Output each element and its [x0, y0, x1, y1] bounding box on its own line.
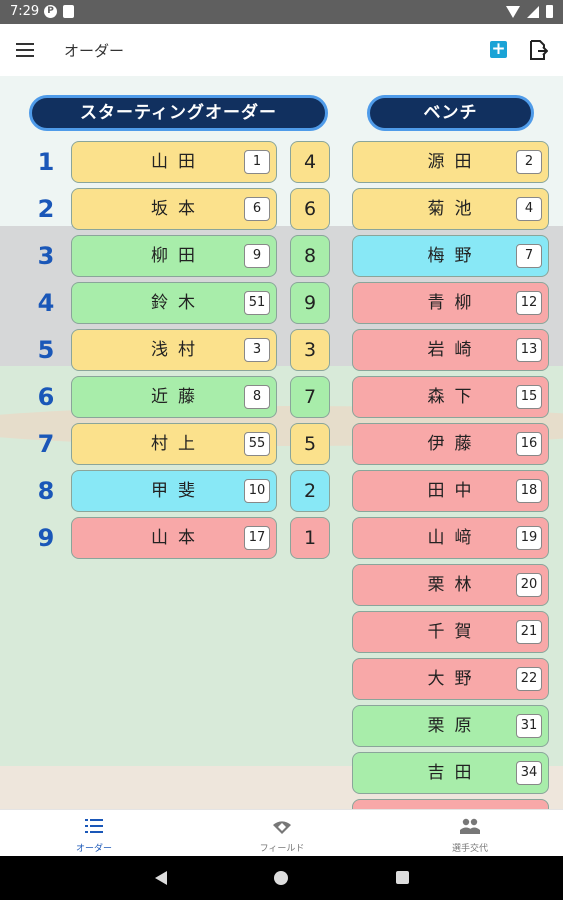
fielding-position[interactable]: 8	[290, 235, 330, 277]
uniform-number: 13	[516, 338, 542, 362]
fielding-position[interactable]: 9	[290, 282, 330, 324]
uniform-number: 12	[516, 291, 542, 315]
lineup-player-card[interactable]: 鈴木 51	[71, 282, 277, 324]
bench-player-card[interactable]: 青柳 12	[352, 282, 549, 324]
batting-order-number: 3	[37, 242, 55, 270]
batting-order-number: 7	[37, 430, 55, 458]
batting-order-number: 5	[37, 336, 55, 364]
system-navigation	[0, 856, 563, 900]
nav-field-label: フィールド	[259, 844, 305, 854]
bench-player-card[interactable]: 栗原 31	[352, 705, 549, 747]
bench-player-card[interactable]: 梅野 7	[352, 235, 549, 277]
nav-field[interactable]: フィールド	[188, 810, 376, 857]
uniform-number: 15	[516, 385, 542, 409]
order-screen: スターティングオーダー ベンチ 1 山田 1 4 2 坂本 6 6 3 柳田 9 8 4 鈴木 51 9 5 浅村…	[0, 76, 563, 809]
lineup-player-card[interactable]: 村上 55	[71, 423, 277, 465]
fielding-position[interactable]: 5	[290, 423, 330, 465]
home-icon[interactable]	[274, 871, 288, 885]
status-time: 7:29	[10, 4, 40, 19]
uniform-number: 55	[244, 432, 270, 456]
uniform-number: 4	[516, 197, 542, 221]
bench-player-card[interactable]: 大野 22	[352, 658, 549, 700]
fielding-position[interactable]: 3	[290, 329, 330, 371]
bench-header: ベンチ	[367, 95, 534, 131]
battery-icon	[546, 5, 553, 18]
uniform-number: 22	[516, 667, 542, 691]
uniform-number: 20	[516, 573, 542, 597]
export-icon[interactable]	[528, 39, 548, 61]
add-icon[interactable]: +	[490, 41, 507, 58]
fielding-position[interactable]: 7	[290, 376, 330, 418]
bench-player-card[interactable]: 岩崎 13	[352, 329, 549, 371]
sim-card-icon	[63, 5, 74, 18]
bench-player-card[interactable]: 千賀 21	[352, 611, 549, 653]
batting-order-number: 9	[37, 524, 55, 552]
fielding-position[interactable]: 4	[290, 141, 330, 183]
uniform-number: 8	[244, 385, 270, 409]
uniform-number: 1	[244, 150, 270, 174]
back-icon[interactable]	[155, 871, 167, 885]
recent-apps-icon[interactable]	[396, 871, 409, 884]
bench-player-card[interactable]: 吉田 34	[352, 752, 549, 794]
uniform-number: 16	[516, 432, 542, 456]
bench-player-card[interactable]: 田中 18	[352, 470, 549, 512]
batting-order-number: 8	[37, 477, 55, 505]
uniform-number: 51	[244, 291, 270, 315]
uniform-number: 2	[516, 150, 542, 174]
nav-order-label: オーダー	[75, 844, 112, 854]
bottom-navigation: オーダー フィールド 選手交代	[0, 809, 563, 856]
lineup-player-card[interactable]: 甲斐 10	[71, 470, 277, 512]
uniform-number: 10	[244, 479, 270, 503]
starting-order-header: スターティングオーダー	[29, 95, 328, 131]
uniform-number: 21	[516, 620, 542, 644]
batting-order-number: 2	[37, 195, 55, 223]
lineup-player-card[interactable]: 山田 1	[71, 141, 277, 183]
fielding-position[interactable]: 1	[290, 517, 330, 559]
batting-order-number: 4	[37, 289, 55, 317]
batting-order-number: 1	[37, 148, 55, 176]
cellular-icon	[527, 5, 539, 18]
uniform-number: 7	[516, 244, 542, 268]
notification-p-icon: P	[44, 5, 57, 18]
uniform-number: 6	[244, 197, 270, 221]
uniform-number: 17	[244, 526, 270, 550]
nav-substitution-label: 選手交代	[451, 844, 488, 854]
wifi-icon	[506, 5, 520, 18]
bench-player-card-partial[interactable]	[352, 799, 549, 809]
list-icon	[85, 819, 103, 833]
bench-player-card[interactable]: 源田 2	[352, 141, 549, 183]
uniform-number: 34	[516, 761, 542, 785]
lineup-player-card[interactable]: 山本 17	[71, 517, 277, 559]
uniform-number: 3	[244, 338, 270, 362]
menu-icon[interactable]	[16, 43, 34, 57]
status-bar: 7:29 P	[0, 0, 563, 24]
bench-player-card[interactable]: 菊池 4	[352, 188, 549, 230]
uniform-number: 31	[516, 714, 542, 738]
lineup-player-card[interactable]: 近藤 8	[71, 376, 277, 418]
page-title: オーダー	[64, 42, 125, 60]
lineup-player-card[interactable]: 浅村 3	[71, 329, 277, 371]
batting-order-number: 6	[37, 383, 55, 411]
bench-player-card[interactable]: 伊藤 16	[352, 423, 549, 465]
people-icon	[460, 818, 480, 834]
fielding-position[interactable]: 6	[290, 188, 330, 230]
uniform-number: 9	[244, 244, 270, 268]
bench-player-card[interactable]: 森下 15	[352, 376, 549, 418]
app-bar: オーダー +	[0, 24, 563, 76]
uniform-number: 18	[516, 479, 542, 503]
nav-order[interactable]: オーダー	[0, 810, 188, 857]
bench-player-card[interactable]: 栗林 20	[352, 564, 549, 606]
nav-substitution[interactable]: 選手交代	[376, 810, 563, 857]
bench-player-card[interactable]: 山﨑 19	[352, 517, 549, 559]
field-icon	[273, 821, 291, 834]
fielding-position[interactable]: 2	[290, 470, 330, 512]
lineup-player-card[interactable]: 坂本 6	[71, 188, 277, 230]
uniform-number: 19	[516, 526, 542, 550]
lineup-player-card[interactable]: 柳田 9	[71, 235, 277, 277]
